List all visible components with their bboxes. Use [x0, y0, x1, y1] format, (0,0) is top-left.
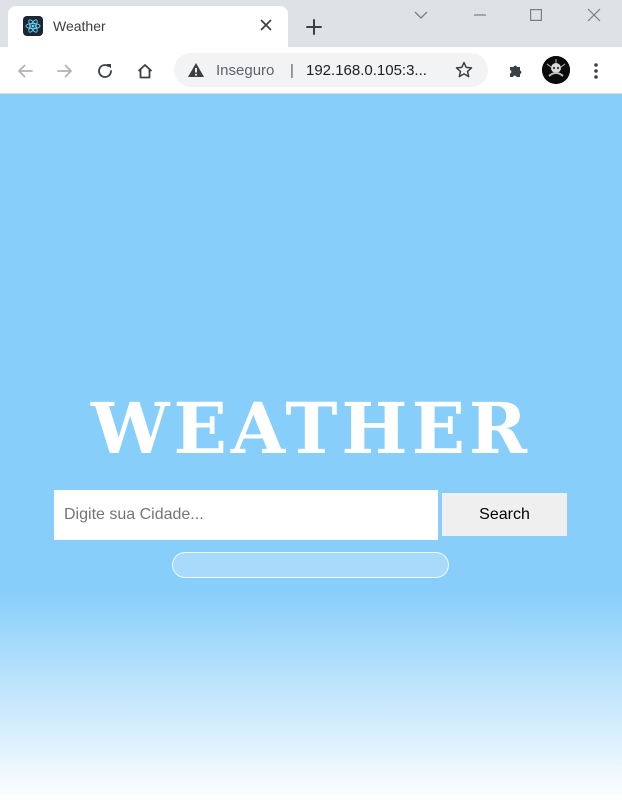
- react-logo-icon: [23, 16, 43, 36]
- security-label: Inseguro: [216, 62, 275, 79]
- profile-avatar[interactable]: [542, 56, 570, 84]
- close-window-icon[interactable]: [571, 0, 617, 30]
- address-separator: |: [290, 62, 294, 79]
- warning-icon: [188, 63, 204, 77]
- browser-tab[interactable]: Weather: [8, 6, 288, 47]
- minimize-icon[interactable]: [457, 0, 503, 30]
- page-viewport: WEATHER Search: [0, 94, 622, 802]
- forward-arrow-icon[interactable]: [51, 57, 79, 85]
- reload-icon[interactable]: [91, 57, 119, 85]
- back-arrow-icon[interactable]: [11, 57, 39, 85]
- page-title: WEATHER: [90, 387, 532, 470]
- browser-toolbar: Inseguro | 192.168.0.105:3...: [0, 47, 622, 94]
- tab-strip: Weather: [0, 0, 622, 47]
- tab-title: Weather: [53, 18, 106, 34]
- tab-search-icon[interactable]: [398, 0, 444, 30]
- url-text[interactable]: 192.168.0.105:3...: [306, 62, 427, 79]
- search-button[interactable]: Search: [442, 493, 567, 536]
- maximize-icon[interactable]: [513, 0, 559, 30]
- kebab-menu-icon[interactable]: [582, 57, 610, 85]
- puzzle-icon[interactable]: [502, 57, 530, 85]
- close-tab-icon[interactable]: [256, 15, 276, 35]
- star-icon[interactable]: [454, 60, 474, 80]
- new-tab-icon[interactable]: [302, 15, 326, 39]
- home-icon[interactable]: [131, 57, 159, 85]
- city-search-input[interactable]: [54, 490, 438, 540]
- address-bar[interactable]: Inseguro | 192.168.0.105:3...: [174, 53, 488, 87]
- weather-result-box: [172, 552, 449, 578]
